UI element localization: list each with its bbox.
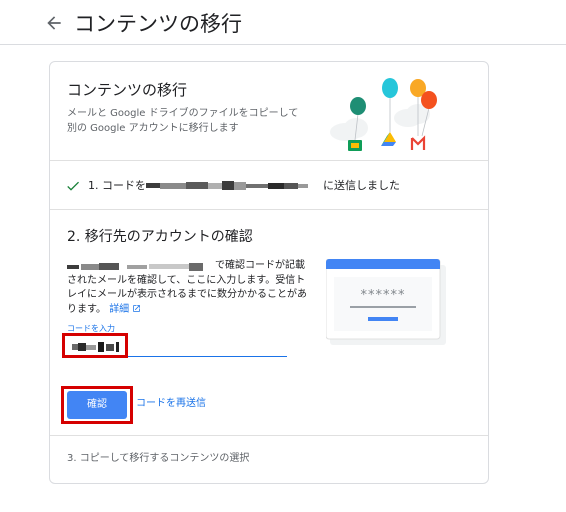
redacted-code — [72, 342, 119, 352]
masked-code-text: ****** — [361, 288, 406, 303]
intro-title: コンテンツの移行 — [67, 81, 188, 99]
email-code-illustration: ****** — [326, 259, 446, 345]
verify-instructions: で確認コードが記載されたメールを確認して、ここに入力します。受信トレイにメールが… — [67, 260, 307, 315]
verify-account-section: 2. 移行先のアカウントの確認 で確認コードが記載されたメールを確認して、ここに… — [50, 211, 488, 436]
confirm-button[interactable]: 確認 — [67, 391, 127, 419]
details-link[interactable]: 詳細 — [109, 304, 141, 315]
code-sent-text: 1. コードを — [88, 179, 146, 192]
page-title: コンテンツの移行 — [74, 12, 242, 36]
balloons-illustration — [330, 78, 437, 151]
migration-card: コンテンツの移行 メールと Google ドライブのファイルをコピーして別の G… — [49, 61, 489, 484]
arrow-back-icon[interactable] — [44, 13, 64, 33]
code-input-label: コードを入力 — [67, 324, 115, 333]
resend-code-link[interactable]: コードを再送信 — [136, 397, 206, 411]
open-in-new-icon — [133, 304, 141, 312]
intro-section: コンテンツの移行 メールと Google ドライブのファイルをコピーして別の G… — [50, 62, 488, 161]
code-sent-suffix: に送信しました — [323, 179, 400, 192]
verify-section-title: 2. 移行先のアカウントの確認 — [67, 229, 253, 245]
redacted-email — [146, 181, 308, 190]
check-icon — [67, 181, 79, 191]
top-bar: コンテンツの移行 — [0, 0, 566, 45]
intro-description: メールと Google ドライブのファイルをコピーして別の Google アカウ… — [67, 108, 299, 134]
select-content-step: 3. コピーして移行するコンテンツの選択 — [67, 453, 250, 464]
code-sent-section: 1. コードを に送信しました — [50, 162, 488, 210]
